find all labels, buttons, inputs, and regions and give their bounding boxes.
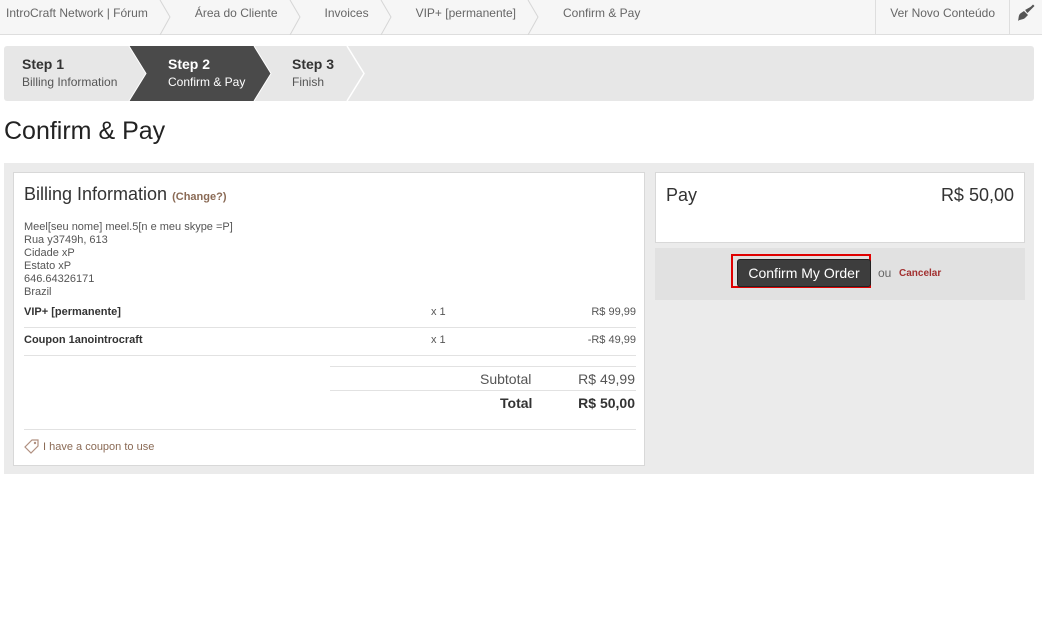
address-line: 646.64326171 (24, 273, 95, 285)
top-navigation-bar: IntroCraft Network | Fórum Área do Clien… (0, 0, 1042, 35)
breadcrumb-separator-icon (527, 0, 539, 35)
address-line: Rua y3749h, 613 (24, 234, 108, 246)
subtotal-label: Subtotal (480, 371, 532, 387)
steps-background (128, 46, 365, 101)
total-value: R$ 50,00 (578, 395, 635, 411)
item-quantity: x 1 (431, 306, 446, 318)
pay-actions: Confirm My Order ou Cancelar (655, 248, 1025, 300)
address-line: Cidade xP (24, 247, 75, 259)
breadcrumb-item-current: Confirm & Pay (539, 0, 650, 35)
step-title: Step 2 (168, 56, 211, 72)
breadcrumb-label: IntroCraft Network | Fórum (6, 6, 148, 20)
change-billing-link[interactable]: (Change?) (172, 191, 226, 203)
order-item-row: Coupon 1anointrocraft x 1 -R$ 49,99 (24, 327, 636, 356)
new-content-link[interactable]: Ver Novo Conteúdo (875, 0, 1009, 34)
tag-icon (24, 439, 39, 454)
billing-heading: Billing Information (Change?) (24, 184, 226, 205)
breadcrumb-item-client-area[interactable]: Área do Cliente (171, 0, 301, 35)
breadcrumb: IntroCraft Network | Fórum Área do Clien… (0, 0, 650, 35)
page-title: Confirm & Pay (4, 117, 166, 145)
cancel-link[interactable]: Cancelar (899, 268, 941, 279)
breadcrumb-item-vip[interactable]: VIP+ [permanente] (392, 0, 539, 35)
item-quantity: x 1 (431, 334, 446, 346)
breadcrumb-label: Área do Cliente (194, 6, 278, 20)
breadcrumb-separator-icon (159, 0, 171, 35)
step-confirm-pay: Step 2 Confirm & Pay (168, 46, 258, 101)
item-name: Coupon 1anointrocraft (24, 334, 143, 346)
pay-summary-box: Pay R$ 50,00 (655, 172, 1025, 243)
breadcrumb-separator-icon (289, 0, 301, 35)
totals-divider (330, 366, 636, 367)
breadcrumb-label: VIP+ [permanente] (415, 6, 516, 20)
breadcrumb-item-invoices[interactable]: Invoices (301, 0, 392, 35)
step-subtitle: Confirm & Pay (168, 75, 246, 89)
address-line: Meel[seu nome] meel.5[n e meu skype =P] (24, 221, 233, 233)
brush-icon (1018, 4, 1035, 21)
coupon-divider (24, 429, 636, 430)
pay-amount: R$ 50,00 (940, 185, 1014, 205)
breadcrumb-label: Invoices (324, 6, 369, 20)
item-price: -R$ 49,99 (587, 334, 636, 346)
item-name: VIP+ [permanente] (24, 306, 121, 318)
step-billing-information: Step 1 Billing Information (22, 46, 132, 101)
step-title: Step 3 (292, 56, 335, 72)
total-label: Total (500, 395, 533, 411)
checkout-steps: Step 1 Billing Information Step 2 Confir… (4, 46, 1034, 101)
confirm-order-button[interactable]: Confirm My Order (737, 259, 871, 287)
or-text: ou (878, 266, 892, 280)
step-finish: Step 3 Finish (292, 46, 352, 101)
breadcrumb-separator-icon (380, 0, 392, 35)
item-price: R$ 99,99 (591, 306, 636, 318)
pay-label: Pay (666, 185, 698, 205)
step-title: Step 1 (22, 56, 65, 72)
subtotal-value: R$ 49,99 (578, 371, 635, 387)
billing-information-box: Billing Information (Change?) Meel[seu n… (13, 172, 645, 466)
billing-title: Billing Information (24, 184, 168, 204)
billing-address: Meel[seu nome] meel.5[n e meu skype =P] … (24, 221, 233, 299)
breadcrumb-item-forum[interactable]: IntroCraft Network | Fórum (0, 0, 171, 35)
totals-divider (330, 390, 636, 391)
top-right-actions: Ver Novo Conteúdo (875, 0, 1042, 35)
theme-button[interactable] (1009, 0, 1042, 34)
coupon-link[interactable]: I have a coupon to use (24, 439, 154, 454)
step-subtitle: Finish (292, 75, 325, 89)
address-line: Estato xP (24, 260, 72, 272)
coupon-link-label: I have a coupon to use (43, 440, 155, 453)
step-subtitle: Billing Information (22, 75, 118, 89)
address-line: Brazil (24, 286, 52, 298)
order-item-row: VIP+ [permanente] x 1 R$ 99,99 (24, 299, 636, 328)
breadcrumb-label: Confirm & Pay (562, 6, 641, 20)
